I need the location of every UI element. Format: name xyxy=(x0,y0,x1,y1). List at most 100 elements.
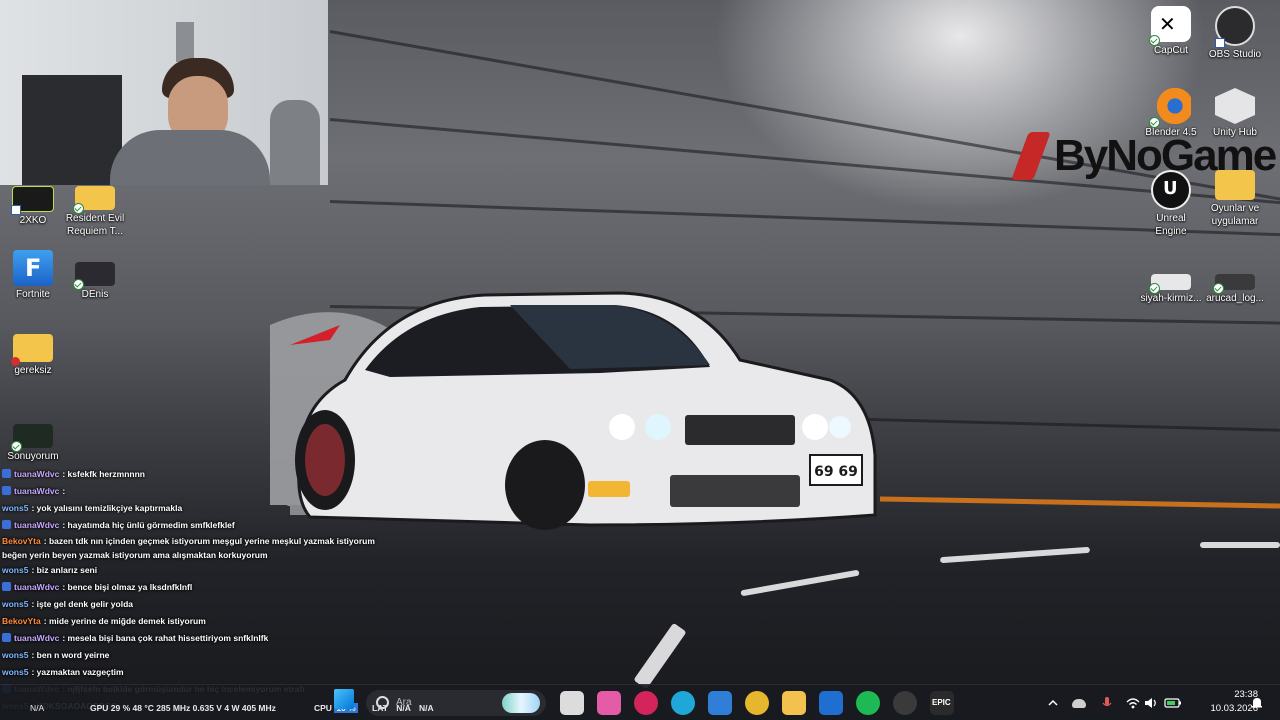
desktop-icon-blender[interactable]: Blender 4.5 xyxy=(1138,88,1204,139)
left-value: N/A xyxy=(30,703,45,713)
unity-icon xyxy=(1215,88,1255,124)
desktop-icon-label: Unity Hub xyxy=(1213,127,1257,138)
chat-message: tuanaWdvc: bence bişi olmaz ya lksdnfkln… xyxy=(2,579,382,596)
file-explorer-icon[interactable] xyxy=(782,691,806,715)
desktop-icon-label: Oyunlar ve uygulamar xyxy=(1210,203,1260,227)
speaker-icon[interactable] xyxy=(1144,696,1158,710)
opera-gx-icon[interactable] xyxy=(634,691,658,715)
chat-username: tuanaWdvc xyxy=(14,582,60,592)
chat-text: : bazen tdk nın içinden geçmek istiyorum… xyxy=(2,536,375,560)
subscriber-badge-icon xyxy=(2,633,11,642)
desktop-icon-label: Sonuyorum xyxy=(7,451,59,462)
desktop-icon-sonuyorum[interactable]: Sonuyorum xyxy=(0,424,66,463)
desktop-icon-oyunlar[interactable]: Oyunlar ve uygulamar xyxy=(1202,170,1268,228)
image-file-icon xyxy=(1213,274,1255,294)
desktop-icon-siyah-kirmizi[interactable]: siyah-kirmiz... xyxy=(1138,274,1204,305)
chat-text: : biz anlarız seni xyxy=(31,565,98,575)
desktop-icon-label: OBS Studio xyxy=(1208,49,1262,60)
webcam-person-body xyxy=(110,130,270,185)
subscriber-badge-icon xyxy=(2,520,11,529)
edge-icon[interactable] xyxy=(671,691,695,715)
chat-text: : hayatımda hiç ünlü görmedim smfklefkle… xyxy=(62,520,235,530)
chat-message: tuanaWdvc: ksfekfk herzmnnnn xyxy=(2,466,382,483)
image-file-icon xyxy=(11,424,53,452)
chat-text: : yok yalısını temizlikçiye kaptırmakla xyxy=(31,503,183,513)
search-placeholder: Ara xyxy=(396,697,412,708)
chat-text: : bence bişi olmaz ya lksdnfklnfl xyxy=(62,582,193,592)
webcam-overlay xyxy=(0,0,328,185)
chat-text: : işte gel denk gelir yolda xyxy=(31,599,134,609)
hw-stats-left: N/A xyxy=(30,703,44,713)
windows-start-icon[interactable] xyxy=(334,689,354,709)
subscriber-badge-icon xyxy=(2,486,11,495)
subscriber-badge-icon xyxy=(2,469,11,478)
epic-games-label: EPIC xyxy=(932,698,951,707)
webcam-shelf xyxy=(176,22,194,62)
desktop-icon-fortnite[interactable]: F Fortnite xyxy=(0,250,66,301)
license-plate-number: 69 69 xyxy=(814,464,858,480)
obs-taskbar-icon[interactable] xyxy=(893,691,917,715)
obs-icon xyxy=(1215,6,1255,48)
desktop-icon-denis[interactable]: DEnis xyxy=(62,262,128,301)
desktop-icon-2xko[interactable]: 2XKO xyxy=(0,186,66,227)
show-hidden-icons-chevron-up-icon[interactable] xyxy=(1046,696,1060,710)
tunnel-orange-stripe xyxy=(879,496,1280,509)
chat-username: BekovYta xyxy=(2,536,41,546)
folder-icon xyxy=(73,186,115,214)
desktop-icon-label: Unreal Engine xyxy=(1155,213,1187,237)
desktop-icon-label: 2XKO xyxy=(19,215,47,226)
folder-icon xyxy=(1215,170,1255,200)
capcut-icon: ✕ xyxy=(1149,6,1191,46)
chat-message: wons5: ben n word yeirne xyxy=(2,647,382,664)
store-icon[interactable] xyxy=(708,691,732,715)
subscriber-badge-icon xyxy=(2,582,11,591)
stream-chat-overlay: tuanaWdvc: ksfekfk herzmnnnn tuanaWdvc: w… xyxy=(2,466,382,715)
search-box[interactable]: Ara xyxy=(366,690,546,716)
chat-text: : mesela bişi bana çok rahat hissettiriy… xyxy=(62,633,269,643)
chat-message: tuanaWdvc: xyxy=(2,483,382,500)
notification-bell-icon[interactable] xyxy=(1250,696,1264,710)
desktop-icon-resident-evil[interactable]: Resident Evil Requiem T... xyxy=(62,186,128,238)
chat-text: : ksfekfk herzmnnnn xyxy=(62,469,145,479)
desktop-icon-arucad-logo[interactable]: arucad_log... xyxy=(1202,274,1268,305)
chat-username: tuanaWdvc xyxy=(14,486,60,496)
onedrive-icon[interactable] xyxy=(1072,699,1086,708)
webcam-curtain xyxy=(22,75,122,185)
chrome-icon[interactable] xyxy=(745,691,769,715)
2xko-game-icon xyxy=(11,186,54,215)
wifi-icon[interactable] xyxy=(1126,696,1140,710)
chat-message: tuanaWdvc: mesela bişi bana çok rahat hi… xyxy=(2,630,382,647)
battery-icon[interactable] xyxy=(1164,696,1182,710)
road-marking xyxy=(633,622,687,690)
chat-username: tuanaWdvc xyxy=(14,520,60,530)
front-wheel xyxy=(505,440,585,530)
image-file-icon xyxy=(1149,274,1191,294)
desktop-icon-gereksiz[interactable]: gereksiz xyxy=(0,334,66,377)
spotify-icon[interactable] xyxy=(856,691,880,715)
chat-message: BekovYta: bazen tdk nın içinden geçmek i… xyxy=(2,534,382,562)
chat-username: wons5 xyxy=(2,599,29,609)
chat-message: wons5: yazmaktan vazgeçtim xyxy=(2,664,382,681)
desktop-icon-label: Fortnite xyxy=(16,289,50,300)
fog-light xyxy=(588,481,630,497)
chat-text: : xyxy=(62,486,66,496)
desktop-icon-obs[interactable]: OBS Studio xyxy=(1202,6,1268,61)
chat-text: : mide yerine de miğde demek istiyorum xyxy=(43,616,206,626)
desktop-icon-unreal-engine[interactable]: U Unreal Engine xyxy=(1138,170,1204,238)
road-marking xyxy=(1200,542,1280,548)
desktop-icon-label: gereksiz xyxy=(14,365,52,376)
task-view-icon[interactable] xyxy=(560,691,584,715)
chat-message: wons5: biz anlarız seni xyxy=(2,562,382,579)
hw-stats-gpu: GPU 29 % 48 °C 285 MHz 0.635 V 4 W 405 M… xyxy=(90,703,276,713)
chat-username: wons5 xyxy=(2,650,29,660)
desktop-icon-label: siyah-kirmiz... xyxy=(1140,293,1202,304)
outlook-icon[interactable] xyxy=(819,691,843,715)
lower-grille xyxy=(670,475,800,507)
desktop-icon-unity-hub[interactable]: Unity Hub xyxy=(1202,88,1268,139)
search-icon xyxy=(376,696,389,709)
epic-games-icon[interactable]: EPIC xyxy=(930,691,954,715)
microphone-icon[interactable] xyxy=(1100,696,1114,710)
copilot-icon[interactable] xyxy=(597,691,621,715)
desktop-icon-capcut[interactable]: ✕ CapCut xyxy=(1138,6,1204,57)
fortnite-icon: F xyxy=(13,250,53,286)
